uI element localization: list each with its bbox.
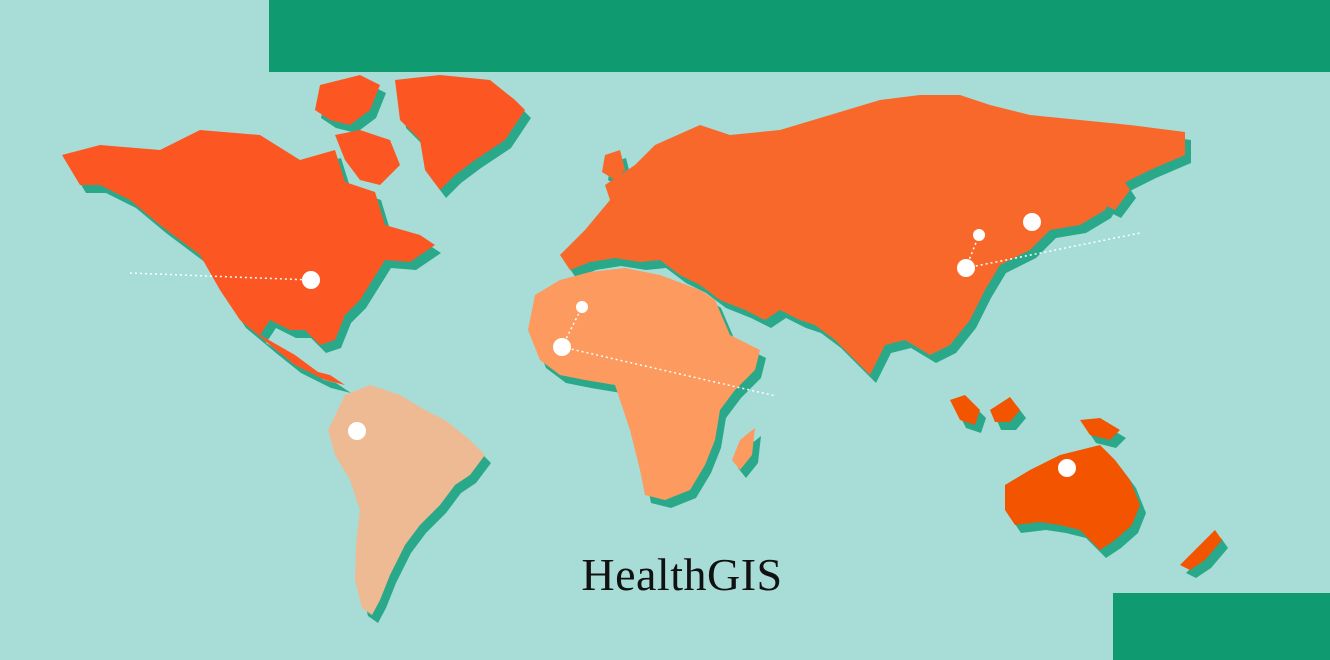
indonesia-sumatra	[950, 395, 980, 425]
marker-west-africa[interactable]	[553, 338, 571, 356]
marker-south-america[interactable]	[348, 422, 366, 440]
marker-sahara[interactable]	[576, 301, 588, 313]
marker-korea[interactable]	[1023, 213, 1041, 231]
brand-title: HealthGIS	[581, 549, 783, 600]
continents	[62, 75, 1222, 615]
marker-australia[interactable]	[1058, 459, 1076, 477]
top-banner	[269, 0, 1330, 72]
marker-north-china[interactable]	[973, 229, 985, 241]
marker-east-asia[interactable]	[957, 259, 975, 277]
bottom-corner-banner	[1113, 593, 1330, 660]
marker-north-america[interactable]	[302, 271, 320, 289]
